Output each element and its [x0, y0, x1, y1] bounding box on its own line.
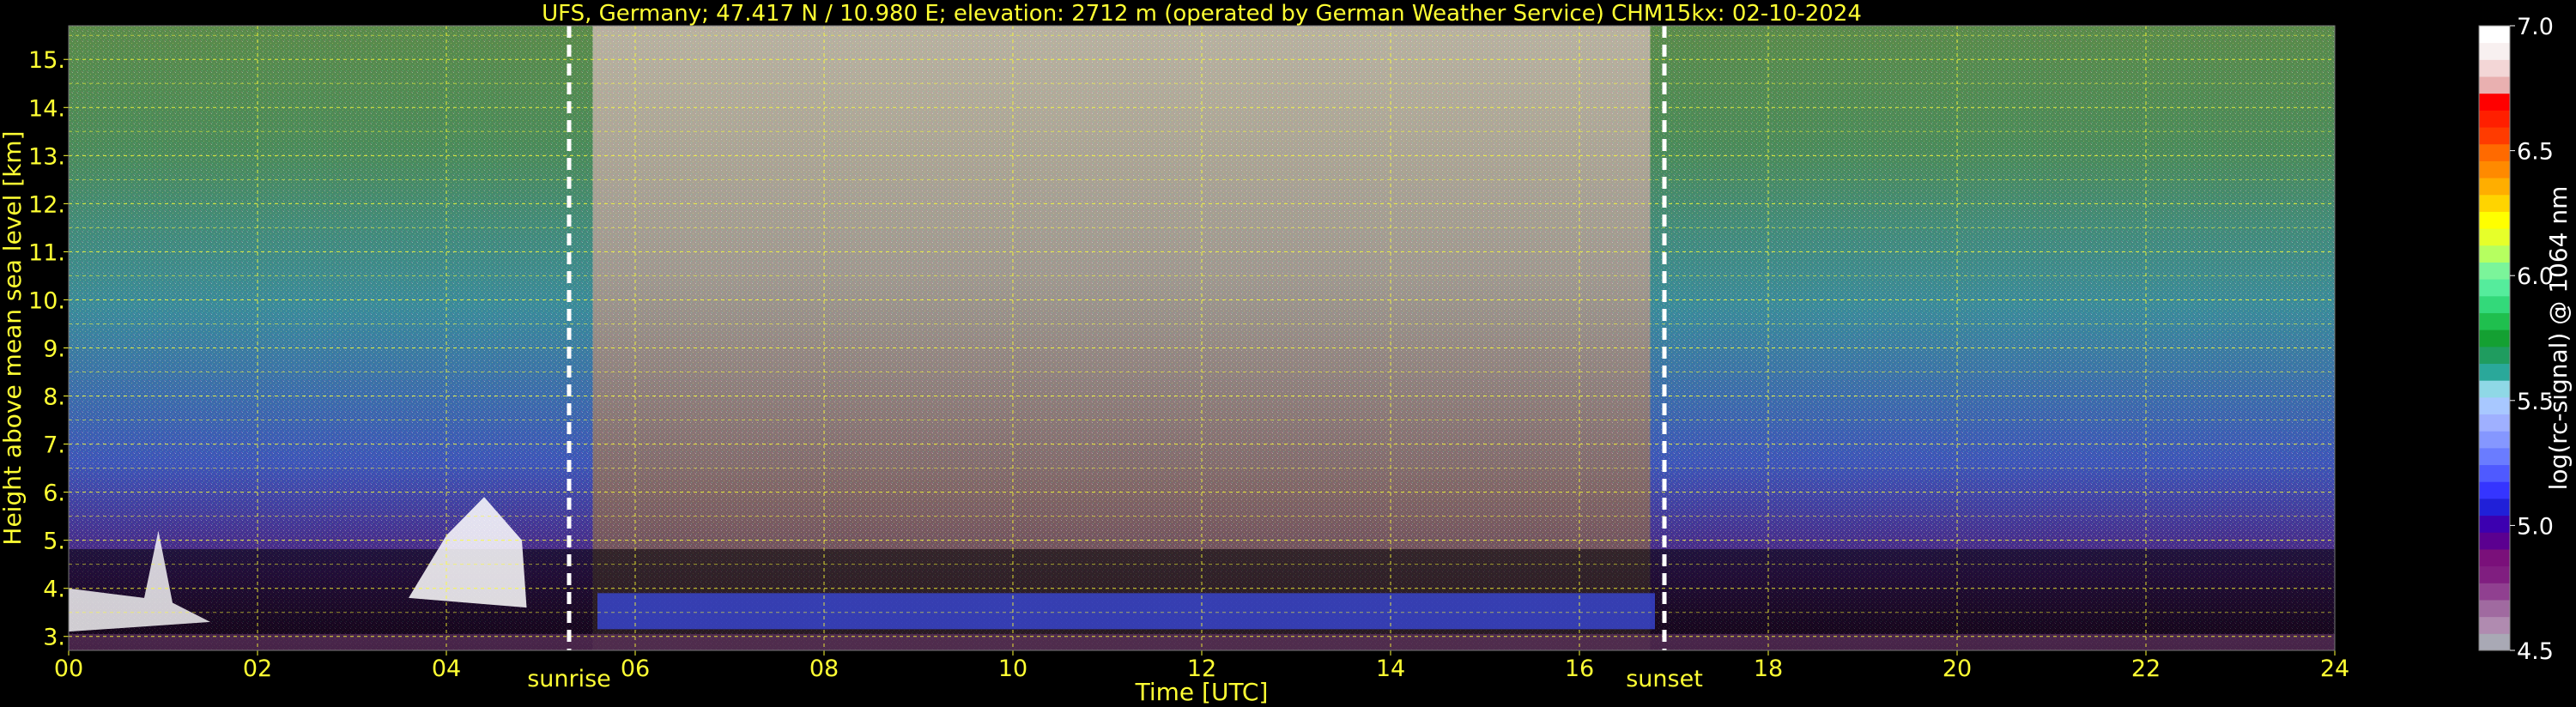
colorbar-segment — [2479, 583, 2510, 601]
colorbar-label: log(rc-signal) @ 1064 nm — [2544, 186, 2573, 491]
colorbar-segment — [2479, 26, 2510, 44]
colorbar-segment — [2479, 262, 2510, 280]
colorbar-segment — [2479, 565, 2510, 583]
colorbar-tick-label: 7.0 — [2517, 14, 2554, 40]
colorbar-segment — [2479, 532, 2510, 550]
x-tick-label: 18 — [1754, 656, 1783, 682]
x-tick-label: 06 — [621, 656, 650, 682]
y-tick-label: 10. — [28, 287, 65, 314]
y-tick-label: 12. — [28, 191, 65, 218]
y-tick-label: 8. — [43, 384, 65, 411]
colorbar-segment — [2479, 312, 2510, 330]
colorbar-segment — [2479, 211, 2510, 229]
y-tick-label: 3. — [43, 625, 65, 651]
y-axis: 3. 4. 5. 6. 7. 8. 9. 10. 11. 12. 13. 14. 15. — [28, 47, 69, 651]
colorbar-segment — [2479, 515, 2510, 533]
colorbar-segment — [2479, 633, 2510, 651]
x-tick-label: 04 — [432, 656, 461, 682]
x-tick-label: 22 — [2131, 656, 2161, 682]
sunrise-label: sunrise — [527, 666, 611, 692]
colorbar-segment — [2479, 228, 2510, 246]
colorbar-segment — [2479, 380, 2510, 398]
colorbar-tick-label: 6.5 — [2517, 139, 2554, 166]
colorbar-segment — [2479, 464, 2510, 482]
y-tick-label: 15. — [28, 47, 65, 74]
boundary-layer-signal — [597, 593, 1655, 630]
colorbar-segment — [2479, 279, 2510, 297]
colorbar-segment — [2479, 110, 2510, 128]
x-tick-label: 24 — [2320, 656, 2349, 682]
colorbar-segment — [2479, 178, 2510, 196]
colorbar-segment — [2479, 295, 2510, 313]
sunset-label: sunset — [1626, 666, 1703, 692]
colorbar-segment — [2479, 431, 2510, 449]
colorbar-segment — [2479, 481, 2510, 499]
x-tick-label: 00 — [54, 656, 83, 682]
x-tick-label: 14 — [1376, 656, 1405, 682]
colorbar-segment — [2479, 160, 2510, 178]
y-axis-label: Height above mean sea level [km] — [0, 130, 27, 545]
x-axis-label: Time [UTC] — [1135, 678, 1269, 706]
x-tick-label: 20 — [1943, 656, 1972, 682]
colorbar-segment — [2479, 127, 2510, 145]
ceilometer-chart: UFS, Germany; 47.417 N / 10.980 E; eleva… — [0, 1, 2573, 706]
colorbar-segment — [2479, 59, 2510, 77]
colorbar-segment — [2479, 363, 2510, 381]
colorbar-segment — [2479, 498, 2510, 517]
x-tick-label: 02 — [243, 656, 272, 682]
x-tick-label: 16 — [1565, 656, 1594, 682]
colorbar-segment — [2479, 414, 2510, 432]
colorbar-tick-label: 5.0 — [2517, 513, 2554, 540]
colorbar-segment — [2479, 93, 2510, 111]
y-tick-label: 7. — [43, 432, 65, 459]
colorbar-segment — [2479, 194, 2510, 212]
colorbar-segment — [2479, 447, 2510, 466]
y-tick-label: 5. — [43, 529, 65, 555]
colorbar-segment — [2479, 143, 2510, 161]
colorbar-segment — [2479, 396, 2510, 415]
x-tick-label: 08 — [809, 656, 839, 682]
x-tick-label: 10 — [998, 656, 1027, 682]
y-tick-label: 4. — [43, 577, 65, 603]
colorbar-segment — [2479, 599, 2510, 618]
colorbar-segment — [2479, 548, 2510, 567]
y-tick-label: 13. — [28, 143, 65, 170]
colorbar-segment — [2479, 346, 2510, 365]
colorbar-segment — [2479, 329, 2510, 347]
colorbar-segment — [2479, 42, 2510, 60]
y-tick-label: 6. — [43, 480, 65, 507]
colorbar: 4.55.05.56.06.57.0 — [2478, 14, 2554, 665]
colorbar-segment — [2479, 245, 2510, 263]
colorbar-tick-label: 4.5 — [2517, 638, 2554, 665]
chart-title: UFS, Germany; 47.417 N / 10.980 E; eleva… — [542, 1, 1862, 27]
y-tick-label: 9. — [43, 335, 65, 362]
colorbar-segment — [2479, 616, 2510, 634]
colorbar-segment — [2479, 76, 2510, 94]
y-tick-label: 14. — [28, 95, 65, 122]
y-tick-label: 11. — [28, 239, 65, 266]
